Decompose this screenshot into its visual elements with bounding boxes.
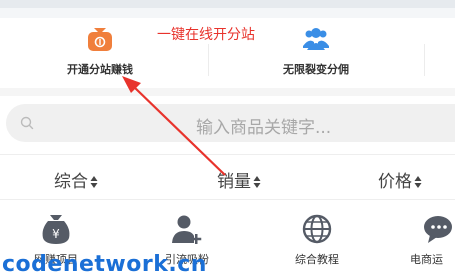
- page: 开通分站赚钱 无限裂变分佣 一键在线开分站 输入商品关键字... 综合 销量 价…: [0, 0, 455, 280]
- feature-open-substation[interactable]: 开通分站赚钱: [50, 18, 150, 88]
- sort-bar: 综合 销量 价格: [0, 154, 455, 200]
- top-band-secondary: [0, 8, 455, 18]
- sort-label: 价格: [378, 172, 412, 192]
- category-item[interactable]: 电商运: [410, 212, 455, 267]
- sort-label: 销量: [217, 172, 251, 192]
- search-input[interactable]: 输入商品关键字...: [6, 104, 455, 142]
- sort-arrows-icon: [253, 176, 261, 188]
- search-icon: [20, 116, 34, 130]
- svg-text:¥: ¥: [52, 227, 60, 241]
- sort-arrows-icon: [90, 176, 98, 188]
- sort-sales[interactable]: 销量: [217, 167, 261, 192]
- divider: [208, 44, 209, 76]
- category-label: 电商运: [410, 253, 443, 266]
- sort-arrows-icon: [414, 176, 422, 188]
- moneybag-icon: [88, 28, 112, 51]
- search-bar: 输入商品关键字...: [0, 96, 455, 154]
- category-item[interactable]: 综合教程: [277, 212, 357, 267]
- watermark: codenetwork.cn: [2, 252, 207, 277]
- feature-infinite-commission[interactable]: 无限裂变分佣: [266, 18, 366, 88]
- users-icon: [303, 28, 329, 50]
- sort-comprehensive[interactable]: 综合: [54, 167, 98, 192]
- feature-label: 开通分站赚钱: [67, 63, 133, 76]
- moneybag-icon: ¥: [42, 215, 70, 244]
- globe-icon: [302, 214, 332, 244]
- feature-label: 无限裂变分佣: [283, 63, 349, 76]
- divider: [424, 44, 425, 76]
- annotation-label: 一键在线开分站: [157, 27, 255, 43]
- sort-price[interactable]: 价格: [378, 167, 422, 192]
- section-gap: [0, 88, 455, 96]
- top-band: [0, 0, 455, 8]
- add-user-icon: [172, 215, 202, 244]
- search-placeholder: 输入商品关键字...: [196, 118, 332, 138]
- sort-label: 综合: [54, 172, 88, 192]
- chat-icon: [424, 216, 452, 243]
- category-label: 综合教程: [295, 253, 339, 266]
